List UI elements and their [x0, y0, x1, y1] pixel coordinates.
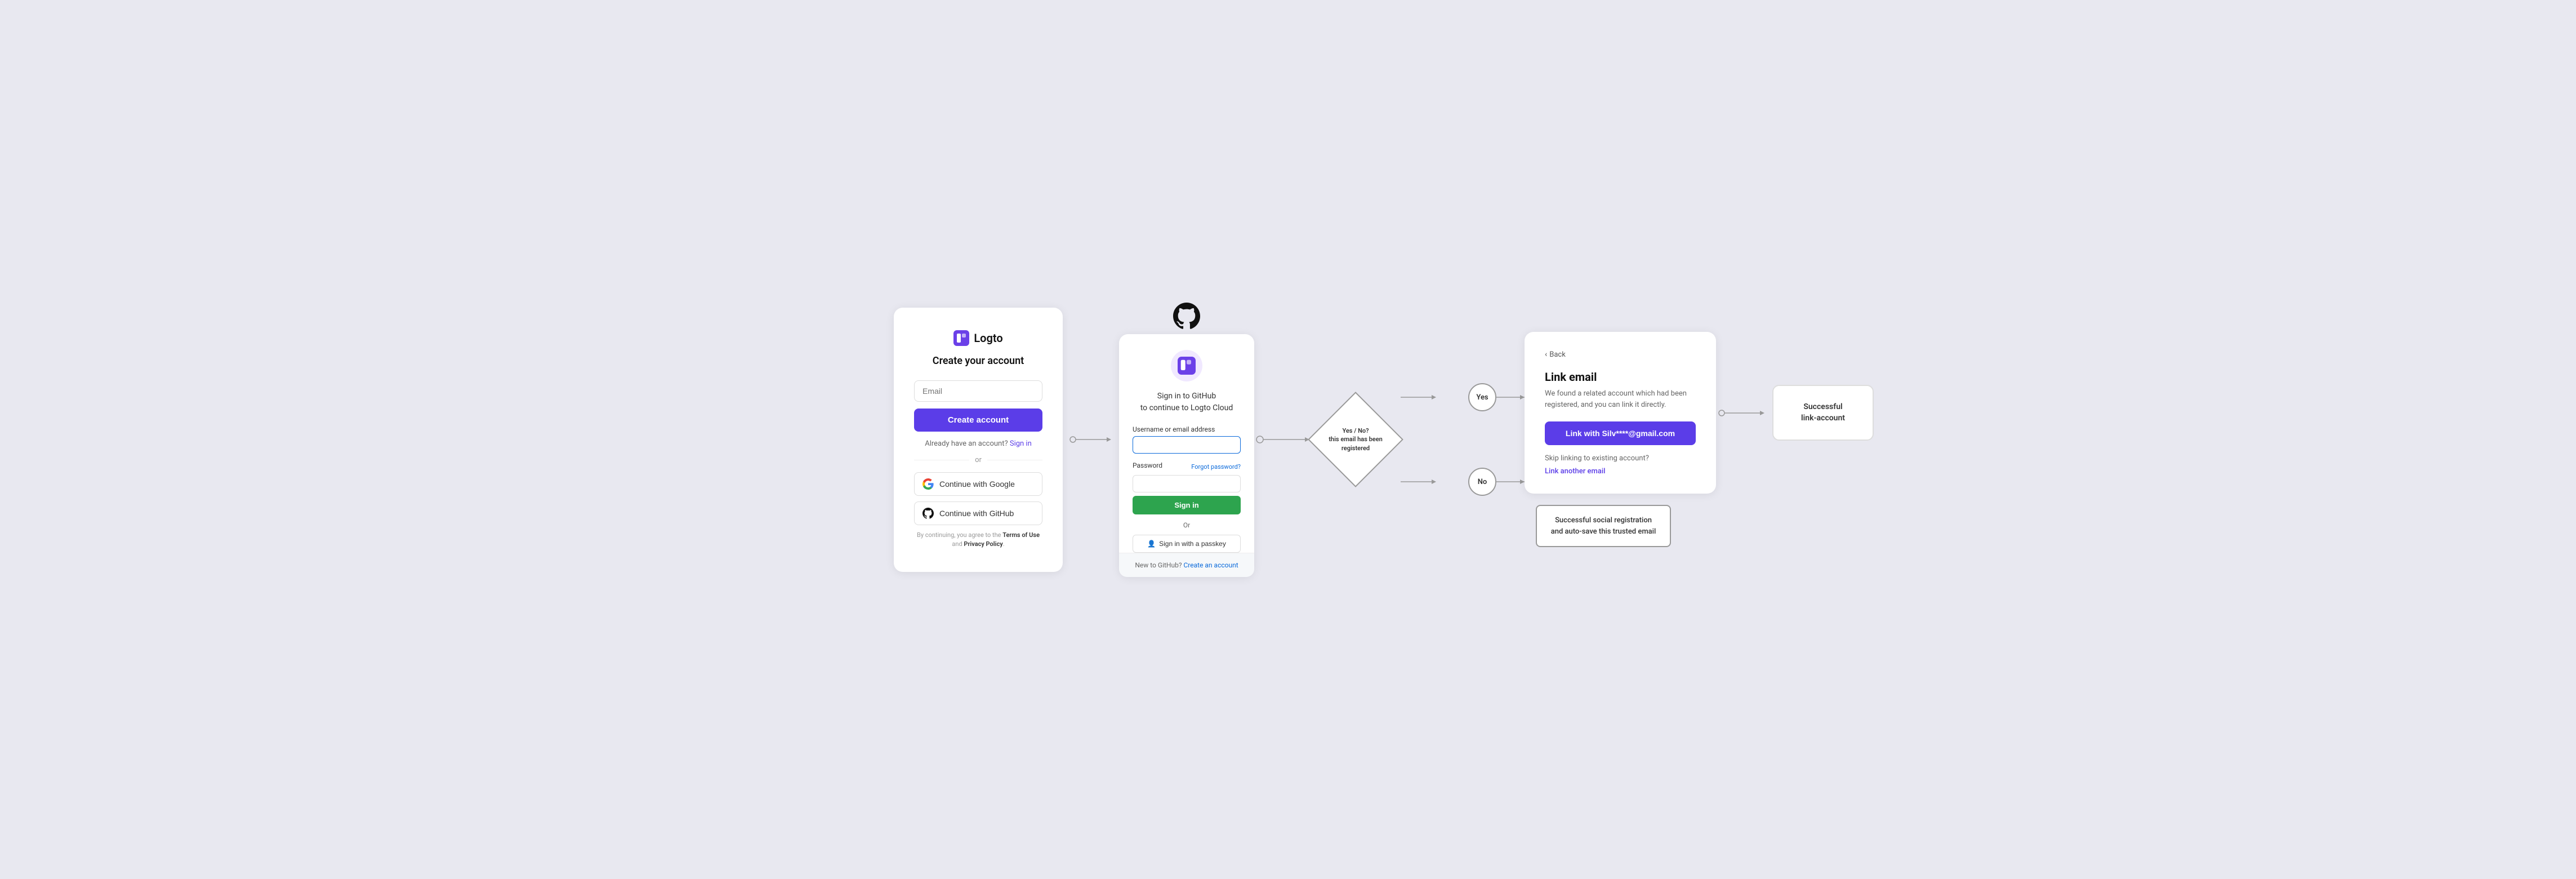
- sign-in-prompt: Already have an account? Sign in: [914, 440, 1042, 448]
- success-registration-box: Successful social registration and auto-…: [1536, 505, 1671, 547]
- privacy-link[interactable]: Privacy Policy: [964, 540, 1002, 548]
- logto-logo-small: [1178, 357, 1196, 375]
- forgot-password-link[interactable]: Forgot password?: [1191, 463, 1241, 470]
- terms-link[interactable]: Terms of Use: [1002, 531, 1040, 539]
- flow-branches: Yes No: [1401, 383, 1525, 496]
- github-signin-wrapper: Sign in to GitHub to continue to Logto C…: [1119, 303, 1254, 577]
- divider-text: or: [975, 456, 982, 464]
- github-card: Sign in to GitHub to continue to Logto C…: [1119, 334, 1254, 577]
- github-title: Sign in to GitHub to continue to Logto C…: [1133, 390, 1241, 414]
- flow-left-svg: [1254, 355, 1311, 524]
- decision-diamond: Yes / No? this email has been registered: [1311, 394, 1401, 485]
- yes-label: Yes: [1468, 383, 1496, 411]
- yes-branch: Yes: [1401, 383, 1525, 411]
- no-label: No: [1468, 468, 1496, 496]
- github-octocat-top: [1173, 303, 1200, 332]
- username-input[interactable]: [1133, 436, 1241, 454]
- no-path: Successful social registration and auto-…: [1525, 505, 1874, 547]
- logo-text: Logto: [974, 331, 1002, 345]
- github-footer: New to GitHub? Create an account: [1119, 553, 1254, 577]
- back-button[interactable]: ‹ Back: [1545, 350, 1696, 359]
- sign-in-link[interactable]: Sign in: [1010, 440, 1032, 448]
- divider: or: [914, 456, 1042, 464]
- success-link-card: Successful link-account: [1772, 385, 1874, 441]
- github-icon: [922, 508, 934, 519]
- logto-logo-circle: [1171, 350, 1202, 381]
- link-another-email-link[interactable]: Link another email: [1545, 467, 1605, 476]
- create-account-card: Logto Create your account Create account…: [894, 308, 1063, 572]
- no-branch: No: [1401, 468, 1525, 496]
- page-title: Create your account: [914, 355, 1042, 367]
- github-button-label: Continue with GitHub: [939, 509, 1014, 518]
- arrow-to-success: [1716, 402, 1772, 424]
- create-account-link[interactable]: Create an account: [1183, 561, 1238, 569]
- link-email-card: ‹ Back Link email We found a related acc…: [1525, 332, 1716, 494]
- or-divider: Or: [1133, 521, 1241, 529]
- google-button-label: Continue with Google: [939, 480, 1015, 489]
- terms-text: By continuing, you agree to the Terms of…: [914, 531, 1042, 549]
- link-email-desc: We found a related account which had bee…: [1545, 388, 1696, 410]
- passkey-button[interactable]: 👤 Sign in with a passkey: [1133, 535, 1241, 553]
- no-line-2: [1496, 470, 1525, 493]
- yes-line-2: [1496, 386, 1525, 409]
- arrow-1: [1063, 434, 1119, 445]
- logto-logo-icon: [953, 330, 969, 346]
- link-with-email-button[interactable]: Link with Silv****@gmail.com: [1545, 421, 1696, 445]
- google-signin-button[interactable]: Continue with Google: [914, 472, 1042, 496]
- github-signin-button-main[interactable]: Sign in: [1133, 496, 1241, 514]
- flowchart-section: Yes / No? this email has been registered…: [1254, 355, 1525, 524]
- right-section: ‹ Back Link email We found a related acc…: [1525, 332, 1874, 547]
- success-link-title: Successful link-account: [1785, 402, 1861, 424]
- back-chevron-icon: ‹: [1545, 350, 1547, 359]
- google-icon: [922, 478, 934, 490]
- github-octocat-icon: [1173, 303, 1200, 330]
- password-label: Password: [1133, 461, 1162, 469]
- diamond-text: Yes / No? this email has been registered: [1311, 394, 1401, 485]
- create-account-button[interactable]: Create account: [914, 409, 1042, 432]
- password-input[interactable]: [1133, 475, 1241, 492]
- passkey-icon: 👤: [1147, 540, 1156, 548]
- email-field[interactable]: [914, 380, 1042, 402]
- logo-area: Logto: [914, 330, 1042, 346]
- yes-arrow: [1401, 386, 1468, 409]
- skip-text: Skip linking to existing account?: [1545, 454, 1696, 463]
- no-arrow: [1401, 470, 1468, 493]
- username-label: Username or email address: [1133, 425, 1241, 433]
- yes-path: ‹ Back Link email We found a related acc…: [1525, 332, 1874, 494]
- link-email-title: Link email: [1545, 370, 1696, 384]
- github-signin-button[interactable]: Continue with GitHub: [914, 501, 1042, 525]
- arrow-svg-1: [1068, 434, 1113, 445]
